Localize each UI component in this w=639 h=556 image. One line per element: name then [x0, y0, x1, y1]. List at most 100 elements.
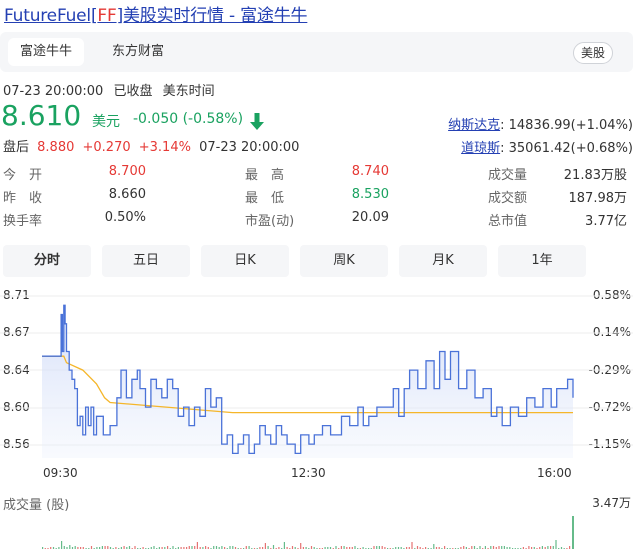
volume-bar [411, 542, 413, 549]
tab-futu[interactable]: 富途牛牛 [8, 38, 85, 66]
volume-bar [517, 548, 519, 549]
volume-bar [175, 548, 177, 549]
volume-bar [294, 547, 296, 549]
tab-eastmoney[interactable]: 东方财富 [100, 38, 176, 66]
volume-bar [120, 547, 122, 549]
volume-bar [158, 547, 160, 549]
volume-bar [234, 547, 237, 549]
volume-bar [186, 547, 188, 549]
stat-high-label: 最 高 [245, 168, 285, 183]
price-area-fill [42, 305, 573, 458]
tab-daily-k[interactable]: 日K [201, 245, 289, 277]
volume-bar [395, 547, 397, 549]
volume-bar [167, 546, 169, 549]
volume-bar [69, 545, 71, 549]
volume-bar [153, 546, 155, 549]
volume-bar [425, 547, 427, 549]
volume-bar [145, 548, 147, 549]
volume-bar [142, 547, 144, 549]
volume-bar [479, 546, 481, 549]
volume-bar [215, 546, 218, 549]
volume-bar [272, 545, 275, 549]
price-tick: 8.56 [3, 437, 30, 451]
volume-bar [101, 546, 103, 549]
volume-bar [514, 548, 516, 549]
index-name[interactable]: 纳斯达克 [448, 118, 500, 133]
average-series-line [42, 355, 573, 414]
volume-bar [384, 547, 386, 549]
volume-bar [118, 548, 120, 549]
stat-turnover-rate-value: 0.50% [104, 210, 146, 225]
volume-bar [373, 546, 375, 549]
after-hours-price: 8.880 [37, 140, 75, 155]
volume-bar [324, 547, 326, 549]
tab-weekly-k[interactable]: 周K [300, 245, 388, 277]
volume-bar [457, 548, 459, 549]
volume-bar [533, 547, 535, 549]
volume-bar [270, 548, 272, 549]
volume-bar [343, 546, 345, 549]
volume-bar [357, 548, 359, 549]
volume-bar [563, 548, 565, 549]
volume-bar [387, 548, 389, 549]
tab-five-day[interactable]: 五日 [102, 245, 190, 277]
volume-bar [44, 548, 46, 549]
volume-bar [291, 546, 294, 549]
price-unit: 美元 [92, 114, 120, 130]
volume-bar [90, 546, 93, 549]
volume-bar [58, 547, 60, 549]
volume-bar [128, 546, 131, 549]
volume-bar [427, 548, 429, 549]
index-name[interactable]: 道琼斯 [461, 141, 500, 156]
index-nasdaq[interactable]: 纳斯达克: 14836.99(+1.04%) [448, 114, 633, 133]
pct-tick: -0.72% [588, 400, 631, 414]
market-badge[interactable]: 美股 [572, 42, 613, 64]
volume-bar [66, 547, 68, 549]
volume-bar [378, 546, 380, 549]
volume-bar [520, 548, 522, 549]
volume-bar [313, 547, 315, 549]
after-hours-change-pct: +3.14% [138, 140, 191, 155]
volume-bar [435, 547, 438, 549]
volume-bar [107, 546, 109, 549]
after-hours-change: +0.270 [82, 140, 131, 155]
volume-bar [501, 546, 503, 549]
volume-bar [74, 546, 76, 549]
volume-bar [354, 546, 356, 549]
index-dow[interactable]: 道琼斯: 35061.42(+0.68%) [461, 137, 633, 156]
tab-monthly-k[interactable]: 月K [399, 245, 487, 277]
volume-bar [555, 540, 557, 549]
volume-bar [218, 547, 220, 549]
volume-bar [289, 548, 291, 549]
volume-bar [199, 547, 201, 549]
pct-tick: 0.14% [592, 325, 631, 339]
after-hours-line: 盘后 8.880 +0.270 +3.14% 07-23 20:00:00 [3, 136, 299, 155]
volume-bar [319, 548, 321, 549]
volume-bar [191, 546, 193, 549]
volume-bar [207, 547, 209, 549]
tab-intraday[interactable]: 分时 [3, 245, 91, 277]
price-line [42, 304, 574, 455]
volume-bar [495, 547, 497, 549]
volume-bar [300, 543, 302, 549]
volume-bar [454, 548, 457, 549]
volume-bar [96, 547, 98, 549]
volume-bar [80, 547, 82, 549]
volume-bar [123, 546, 125, 549]
volume-bar [226, 548, 228, 549]
volume-bar [85, 548, 87, 549]
volume-bar [302, 547, 304, 549]
volume-bar [381, 546, 383, 549]
volume-bar [368, 548, 370, 549]
volume-bar [327, 547, 329, 549]
volume-bar [329, 547, 332, 549]
volume-bar [441, 548, 443, 549]
volume-bar [47, 548, 49, 549]
page-title-link[interactable]: FutureFuel[FF]美股实时行情 - 富途牛牛 [4, 1, 308, 26]
volume-bar [248, 546, 250, 549]
volume-bar [281, 548, 283, 549]
time-tick: 16:00 [537, 466, 572, 480]
volume-bar [224, 547, 226, 549]
volume-bar [414, 548, 416, 549]
tab-one-year[interactable]: 1年 [498, 245, 586, 277]
